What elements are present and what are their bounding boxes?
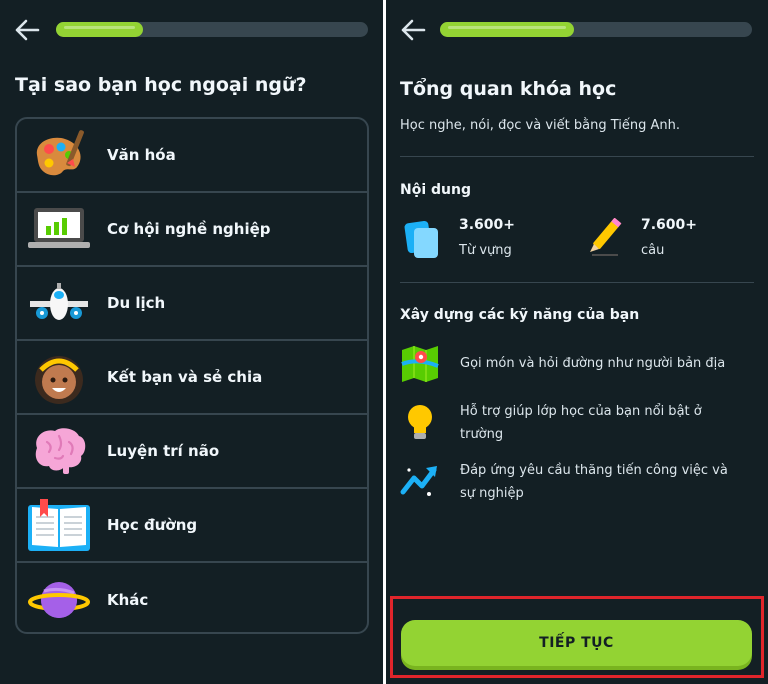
progress-fill — [440, 22, 575, 37]
cards-icon — [404, 220, 438, 258]
progress-fill — [56, 22, 144, 37]
laptop-chart-icon — [27, 197, 91, 261]
right-screen: Tổng quan khóa học Học nghe, nói, đọc và… — [386, 0, 768, 684]
progress-bar — [440, 22, 752, 37]
divider — [400, 282, 754, 283]
skill-text: Đáp ứng yêu cầu thăng tiến công việc và — [460, 463, 728, 478]
back-arrow-icon[interactable] — [400, 18, 426, 42]
reason-list: Văn hóa Cơ hội nghề nghiệp Du lịch Kết b… — [15, 117, 369, 634]
option-culture[interactable]: Văn hóa — [17, 119, 367, 193]
left-screen: Tại sao bạn học ngoại ngữ? Văn hóa Cơ hộ… — [0, 0, 383, 684]
option-brain[interactable]: Luyện trí não — [17, 415, 367, 489]
back-arrow-icon[interactable] — [14, 18, 40, 42]
vocab-label: Từ vựng — [459, 243, 512, 258]
course-description: Học nghe, nói, đọc và viết bằng Tiếng An… — [400, 118, 681, 133]
option-other[interactable]: Khác — [17, 563, 367, 637]
planet-icon — [27, 568, 91, 632]
option-label: Văn hóa — [107, 146, 176, 164]
pencil-icon — [590, 218, 622, 256]
vocab-count: 3.600+ — [459, 217, 516, 233]
friend-avatar-icon — [27, 345, 91, 409]
skill-item: Đáp ứng yêu cầu thăng tiến công việc và … — [460, 459, 756, 505]
option-label: Du lịch — [107, 294, 166, 312]
sentence-label: câu — [641, 243, 665, 258]
option-travel[interactable]: Du lịch — [17, 267, 367, 341]
divider — [400, 156, 754, 157]
option-label: Học đường — [107, 516, 198, 534]
skill-item: Hỗ trợ giúp lớp học của bạn nổi bật ở tr… — [460, 400, 756, 446]
map-icon — [401, 346, 439, 382]
option-friends[interactable]: Kết bạn và sẻ chia — [17, 341, 367, 415]
progress-bar — [56, 22, 368, 37]
lightbulb-icon — [408, 405, 432, 439]
skill-text-cont: trường — [460, 427, 504, 442]
skill-text: Gọi món và hỏi đường như người bản địa — [460, 356, 726, 371]
content-heading: Nội dung — [400, 182, 471, 198]
trending-up-icon — [400, 466, 437, 496]
brain-icon — [27, 419, 91, 483]
option-label: Kết bạn và sẻ chia — [107, 368, 263, 386]
option-career[interactable]: Cơ hội nghề nghiệp — [17, 193, 367, 267]
option-label: Cơ hội nghề nghiệp — [107, 220, 271, 238]
skill-text: Hỗ trợ giúp lớp học của bạn nổi bật ở — [460, 404, 702, 419]
airplane-icon — [27, 271, 91, 335]
page-title: Tổng quan khóa học — [400, 78, 617, 100]
skill-item: Gọi món và hỏi đường như người bản địa — [460, 352, 756, 375]
option-school[interactable]: Học đường — [17, 489, 367, 563]
skill-text-cont: sự nghiệp — [460, 486, 524, 501]
option-label: Luyện trí não — [107, 442, 220, 460]
continue-button[interactable]: TIẾP TỤC — [401, 620, 752, 666]
sentence-count: 7.600+ — [641, 217, 698, 233]
skills-heading: Xây dựng các kỹ năng của bạn — [400, 307, 640, 323]
page-title: Tại sao bạn học ngoại ngữ? — [15, 74, 307, 96]
option-label: Khác — [107, 591, 149, 609]
book-icon — [27, 493, 91, 557]
palette-icon — [27, 123, 91, 187]
